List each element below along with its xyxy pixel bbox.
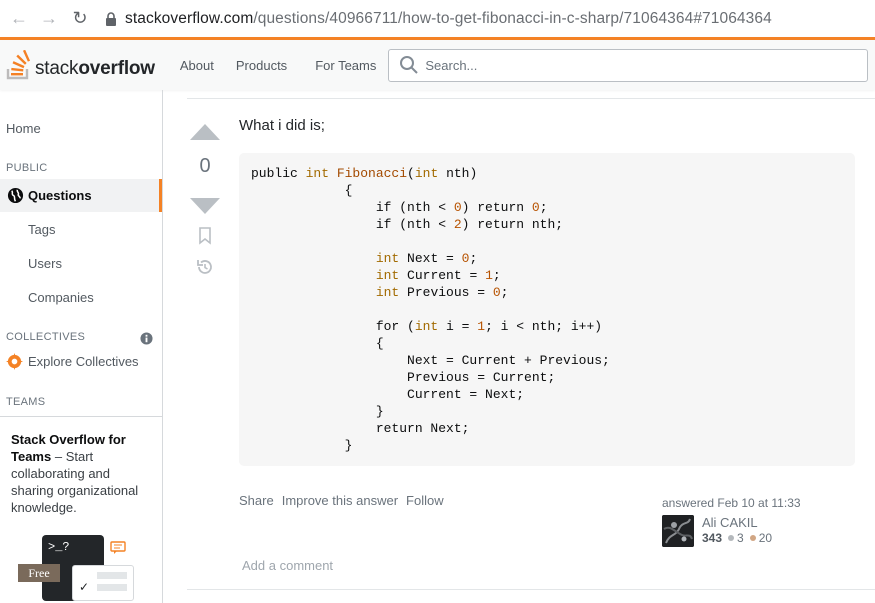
sidebar-item-questions[interactable]: Questions — [0, 179, 162, 212]
user-stats: 343 3 20 — [702, 531, 772, 545]
checklist-card: ✓ — [72, 565, 134, 601]
collectives-icon — [6, 353, 23, 370]
nav-about[interactable]: About — [180, 58, 214, 73]
history-icon[interactable] — [195, 257, 215, 277]
back-arrow-icon[interactable]: ← — [8, 8, 30, 30]
share-link[interactable]: Share — [239, 493, 274, 508]
sidebar-item-tags[interactable]: Tags — [28, 222, 55, 237]
user-name[interactable]: Ali CAKIL — [702, 515, 772, 530]
sidebar-item-companies[interactable]: Companies — [28, 290, 94, 305]
bronze-badge-count: 20 — [758, 531, 773, 545]
explore-collectives-link[interactable]: Explore Collectives — [6, 353, 139, 370]
answered-timestamp[interactable]: answered Feb 10 at 11:33 — [662, 496, 852, 510]
teams-promo-text: Stack Overflow for Teams – Start collabo… — [11, 431, 156, 516]
free-badge: Free — [18, 564, 60, 582]
sidebar-item-home[interactable]: Home — [6, 121, 41, 136]
check-icon: ✓ — [79, 580, 90, 594]
logo-text-bold: overflow — [78, 58, 155, 79]
explore-collectives-label: Explore Collectives — [28, 354, 139, 369]
improve-answer-link[interactable]: Improve this answer — [282, 493, 398, 508]
search-input[interactable] — [425, 57, 826, 73]
avatar[interactable] — [662, 515, 694, 547]
teams-promo: Stack Overflow for Teams – Start collabo… — [0, 416, 163, 603]
upvote-arrow-icon[interactable] — [189, 123, 221, 141]
downvote-arrow-icon[interactable] — [189, 197, 221, 215]
code-content: public int Fibonacci(int nth) { if (nth … — [251, 166, 610, 453]
terminal-text: >_? — [48, 540, 70, 554]
site-header: stackoverflow About Products For Teams — [0, 37, 875, 90]
reload-icon[interactable]: ↻ — [69, 8, 91, 30]
avatar-image — [662, 515, 694, 547]
logo-text-light: stack — [35, 58, 79, 79]
address-bar[interactable]: stackoverflow.com/questions/40966711/how… — [105, 10, 772, 28]
nav-products[interactable]: Products — [236, 58, 287, 73]
url-path: /questions/40966711/how-to-get-fibonacci… — [253, 9, 772, 27]
stackoverflow-logo[interactable]: stackoverflow — [6, 50, 155, 80]
info-icon[interactable] — [140, 332, 153, 345]
globe-icon — [7, 187, 24, 204]
teams-illustration: >_? ✓ Free — [18, 535, 138, 601]
stack-logo-icon — [6, 50, 31, 80]
silver-badge-icon — [728, 535, 735, 541]
user-card: answered Feb 10 at 11:33 Ali CAKIL 343 3… — [662, 496, 852, 547]
nav-for-teams[interactable]: For Teams — [315, 58, 376, 73]
browser-toolbar: ← → ↻ stackoverflow.com/questions/409667… — [0, 0, 875, 37]
divider — [187, 589, 875, 590]
left-sidebar: Home PUBLIC Questions Tags Users Compani… — [0, 90, 163, 603]
lock-icon — [106, 11, 116, 26]
answer-intro-text: What i did is; — [239, 117, 325, 134]
sidebar-heading-collectives: COLLECTIVES — [6, 331, 86, 343]
sidebar-item-label: Questions — [28, 188, 92, 203]
reputation-score: 343 — [702, 531, 723, 545]
silver-badge-count: 3 — [737, 531, 744, 545]
search-box[interactable] — [388, 48, 869, 82]
sidebar-heading-teams: TEAMS — [6, 396, 46, 408]
code-block: public int Fibonacci(int nth) { if (nth … — [239, 153, 855, 466]
search-icon — [400, 56, 419, 74]
post-menu: Share Improve this answer Follow — [239, 493, 452, 508]
bronze-badge-icon — [749, 535, 756, 541]
speech-bubble-icon — [110, 541, 126, 554]
divider — [187, 98, 875, 99]
follow-link[interactable]: Follow — [406, 493, 444, 508]
bookmark-icon[interactable] — [198, 227, 212, 245]
sidebar-item-users[interactable]: Users — [28, 256, 62, 271]
vote-count: 0 — [199, 155, 211, 177]
sidebar-heading-public: PUBLIC — [6, 162, 48, 174]
add-comment-link[interactable]: Add a comment — [242, 558, 333, 573]
url-host: stackoverflow.com — [125, 9, 254, 27]
forward-arrow-icon[interactable]: → — [38, 8, 60, 30]
